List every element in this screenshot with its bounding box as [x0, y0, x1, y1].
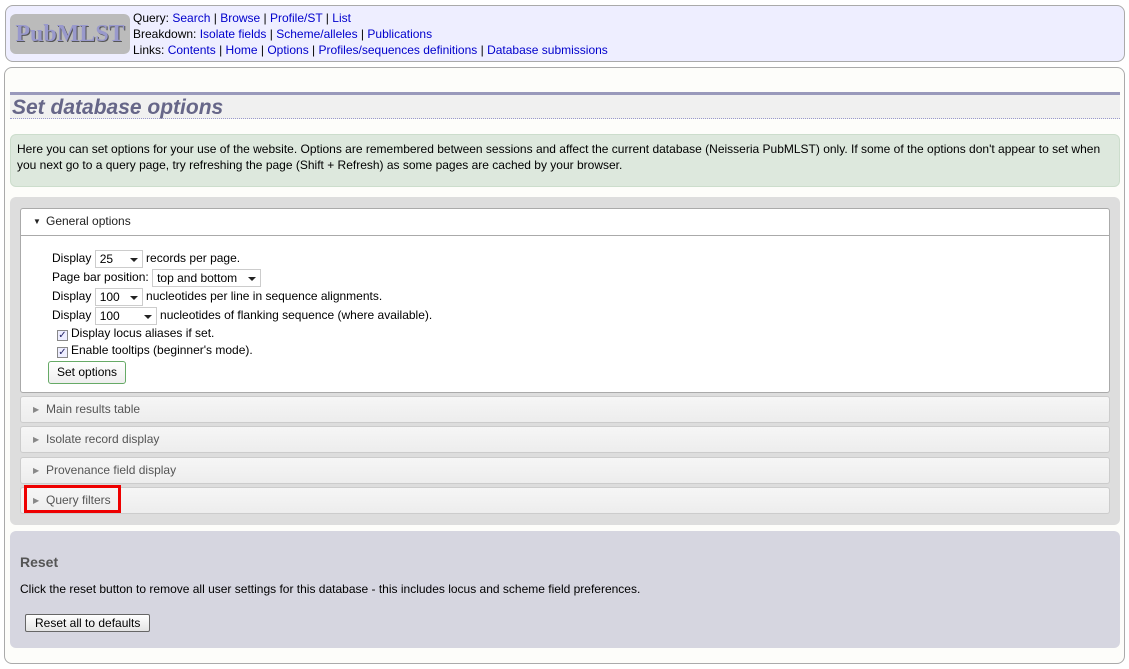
tooltips-checkbox[interactable]: ✓ — [57, 347, 68, 358]
general-options-header[interactable]: ▼ General options — [21, 209, 1109, 236]
page-title: Set database options — [10, 92, 1120, 119]
records-per-page-select[interactable]: 25 — [94, 249, 143, 268]
set-options-button[interactable]: Set options — [48, 361, 127, 384]
link-browse[interactable]: Browse — [220, 11, 260, 25]
nav-links: Query: Search | Browse | Profile/ST | Li… — [133, 11, 608, 57]
link-publications[interactable]: Publications — [367, 27, 432, 41]
reset-all-button[interactable]: Reset all to defaults — [25, 614, 151, 632]
pubmlst-logo[interactable]: PubMLST — [10, 14, 130, 54]
locus-aliases-checkbox[interactable]: ✓ — [57, 330, 68, 341]
page-bar-position-select[interactable]: top and bottom — [152, 268, 262, 287]
reset-section: Reset Click the reset button to remove a… — [10, 531, 1120, 648]
query-filters-header[interactable]: ▶ Query filters — [20, 487, 1110, 514]
triangle-right-icon: ▶ — [33, 496, 40, 505]
isolate-record-display-header[interactable]: ▶ Isolate record display — [20, 426, 1110, 453]
link-contents[interactable]: Contents — [168, 43, 216, 57]
link-scheme-alleles[interactable]: Scheme/alleles — [276, 27, 357, 41]
triangle-right-icon: ▶ — [33, 435, 40, 444]
general-options-panel: ▼ General options Display 25 records per … — [20, 208, 1110, 393]
link-home[interactable]: Home — [226, 43, 258, 57]
triangle-down-icon: ▼ — [33, 217, 41, 226]
link-search[interactable]: Search — [172, 11, 210, 25]
main-results-table-header[interactable]: ▶ Main results table — [20, 396, 1110, 423]
triangle-right-icon: ▶ — [33, 405, 40, 414]
link-options[interactable]: Options — [267, 43, 308, 57]
reset-heading: Reset — [20, 554, 59, 570]
link-isolate-fields[interactable]: Isolate fields — [200, 27, 267, 41]
triangle-right-icon: ▶ — [33, 466, 40, 475]
link-profile-st[interactable]: Profile/ST — [270, 11, 322, 25]
info-box: Here you can set options for your use of… — [10, 134, 1120, 187]
nucleotides-per-line-select[interactable]: 100 — [94, 287, 143, 306]
main-content: Set database options Here you can set op… — [4, 67, 1125, 664]
link-database-submissions[interactable]: Database submissions — [487, 43, 608, 57]
provenance-field-display-header[interactable]: ▶ Provenance field display — [20, 457, 1110, 484]
link-list[interactable]: List — [332, 11, 351, 25]
options-accordion: ▼ General options Display 25 records per … — [10, 197, 1120, 525]
site-header: PubMLST Query: Search | Browse | Profile… — [5, 5, 1125, 62]
link-profiles-definitions[interactable]: Profiles/sequences definitions — [319, 43, 478, 57]
reset-description: Click the reset button to remove all use… — [20, 582, 641, 596]
flanking-sequence-select[interactable]: 100 — [94, 306, 157, 325]
